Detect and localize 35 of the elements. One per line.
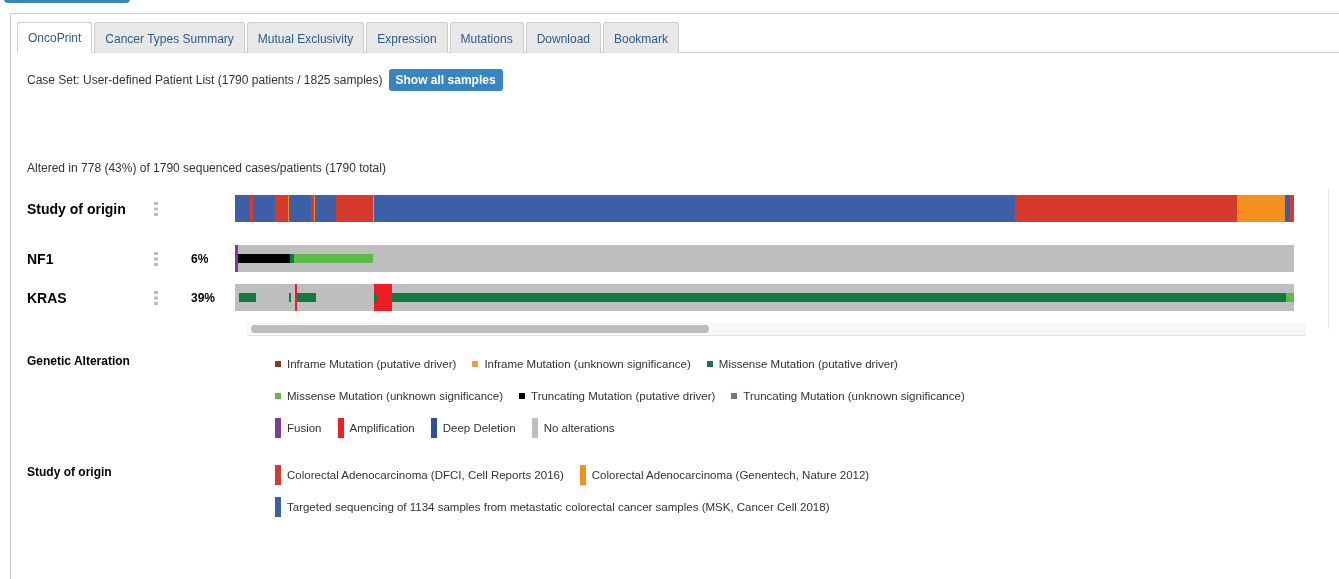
tab[interactable]: Mutual Exclusivity [246,22,365,53]
track-menu-icon[interactable] [154,251,158,266]
legend-title: Study of origin [26,465,113,481]
track-label: NF1 [26,250,55,267]
legend-label: Amplification [349,421,415,434]
show-all-samples-button[interactable]: Show all samples [388,69,503,91]
legend-label: Inframe Mutation (unknown significance) [484,357,691,370]
tab[interactable]: Download [525,22,601,53]
altered-summary: Altered in 778 (43%) of 1790 sequenced cases/patients (1790 total) [27,161,387,175]
track-menu-icon[interactable] [154,201,158,216]
legend-label: Colorectal Adenocarcinoma (DFCI, Cell Reports 2016) [287,468,564,481]
case-set-text: Case Set: User-defined Patient List (1790 patients / 1825 samples) [27,73,383,87]
horizontal-scrollbar[interactable] [247,323,1306,336]
legend-label: Missense Mutation (unknown significance) [287,389,504,402]
legend-label: Targeted sequencing of 1134 samples from metastatic colorectal cancer samples (MSK, Cancer Cell 2018) [287,500,830,513]
track-label: Study of origin [26,200,127,217]
legend-label: Fusion [287,421,322,434]
tab[interactable]: Expression [366,22,448,53]
altered-percent: 39% [191,290,217,305]
legend-label: Truncating Mutation (unknown significance) [743,389,965,402]
altered-percent: 6% [191,251,210,266]
tab[interactable]: Bookmark [603,22,680,53]
tab[interactable]: OncoPrint [17,22,93,53]
tab[interactable]: Cancer Types Summary [94,22,245,53]
scrollbar-thumb[interactable] [251,325,709,333]
track-menu-icon[interactable] [154,290,158,305]
legend-label: Missense Mutation (putative driver) [718,357,898,370]
legend-label: Colorectal Adenocarcinoma (Genentech, Nature 2012) [591,468,870,481]
legend-label: No alterations [543,421,615,434]
legend-label: Deep Deletion [442,421,516,434]
legend-title: Genetic Alteration [26,354,131,370]
tab[interactable]: Mutations [449,22,524,53]
legend-label: Inframe Mutation (putative driver) [287,357,457,370]
track-label: KRAS [26,289,68,306]
legend-label: Truncating Mutation (putative driver) [531,389,716,402]
